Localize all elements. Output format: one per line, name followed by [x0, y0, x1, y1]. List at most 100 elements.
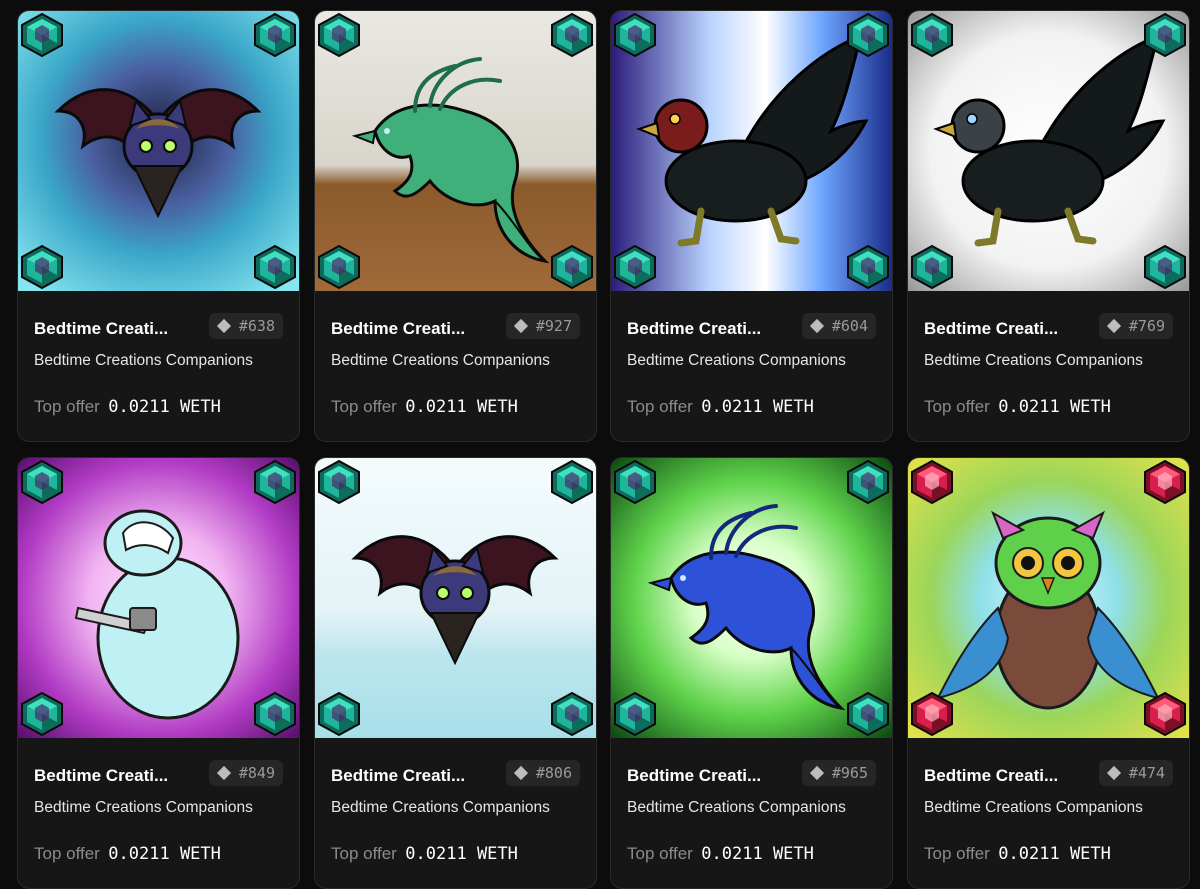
- nft-image[interactable]: [908, 458, 1189, 738]
- top-offer: Top offer 0.0211 WETH: [331, 397, 518, 417]
- top-offer-value: 0.0211 WETH: [701, 844, 814, 864]
- top-offer: Top offer 0.0211 WETH: [34, 397, 221, 417]
- nft-image[interactable]: [315, 11, 596, 291]
- nft-name[interactable]: Bedtime Creati...: [34, 766, 194, 786]
- nft-image[interactable]: [18, 11, 299, 291]
- top-offer-label: Top offer: [924, 844, 990, 863]
- token-id-badge: #806: [505, 760, 580, 786]
- nft-name[interactable]: Bedtime Creati...: [924, 766, 1084, 786]
- gem-icon: [1142, 691, 1188, 737]
- top-offer-value: 0.0211 WETH: [998, 397, 1111, 417]
- collection-name[interactable]: Bedtime Creations Companions: [627, 799, 846, 817]
- nft-card[interactable]: Bedtime Creati... #806 Bedtime Creations…: [314, 457, 597, 889]
- collection-name[interactable]: Bedtime Creations Companions: [924, 799, 1143, 817]
- nft-card[interactable]: Bedtime Creati... #604 Bedtime Creations…: [610, 10, 893, 442]
- card-info: Bedtime Creati... #604 Bedtime Creations…: [611, 291, 892, 441]
- gem-icon: [612, 691, 658, 737]
- nft-name[interactable]: Bedtime Creati...: [331, 319, 491, 339]
- token-id: #806: [535, 764, 572, 782]
- nft-grid: Bedtime Creati... #638 Bedtime Creations…: [0, 0, 1200, 889]
- token-id-badge: #927: [505, 313, 580, 339]
- eth-diamond-icon: [1106, 765, 1121, 781]
- token-id: #849: [238, 764, 275, 782]
- nft-image[interactable]: [18, 458, 299, 738]
- top-offer-label: Top offer: [331, 397, 397, 416]
- card-info: Bedtime Creati... #849 Bedtime Creations…: [18, 738, 299, 888]
- token-id-badge: #769: [1098, 313, 1173, 339]
- gem-icon: [612, 244, 658, 290]
- nft-card[interactable]: Bedtime Creati... #474 Bedtime Creations…: [907, 457, 1190, 889]
- top-offer-label: Top offer: [924, 397, 990, 416]
- card-info: Bedtime Creati... #927 Bedtime Creations…: [315, 291, 596, 441]
- eth-diamond-icon: [513, 318, 528, 334]
- nft-image[interactable]: [611, 458, 892, 738]
- top-offer-label: Top offer: [34, 397, 100, 416]
- gem-icon: [252, 244, 298, 290]
- card-info: Bedtime Creati... #474 Bedtime Creations…: [908, 738, 1189, 888]
- collection-name[interactable]: Bedtime Creations Companions: [627, 352, 846, 370]
- nft-name[interactable]: Bedtime Creati...: [331, 766, 491, 786]
- gem-icon: [845, 244, 891, 290]
- token-id-badge: #638: [208, 313, 283, 339]
- nft-card[interactable]: Bedtime Creati... #965 Bedtime Creations…: [610, 457, 893, 889]
- nft-name[interactable]: Bedtime Creati...: [924, 319, 1084, 339]
- collection-name[interactable]: Bedtime Creations Companions: [924, 352, 1143, 370]
- nft-name[interactable]: Bedtime Creati...: [627, 766, 787, 786]
- nft-name[interactable]: Bedtime Creati...: [627, 319, 787, 339]
- gem-icon: [19, 244, 65, 290]
- top-offer: Top offer 0.0211 WETH: [924, 844, 1111, 864]
- gem-icon: [1142, 459, 1188, 505]
- nft-image[interactable]: [315, 458, 596, 738]
- gem-icon: [252, 459, 298, 505]
- collection-name[interactable]: Bedtime Creations Companions: [331, 799, 550, 817]
- top-offer: Top offer 0.0211 WETH: [34, 844, 221, 864]
- card-info: Bedtime Creati... #965 Bedtime Creations…: [611, 738, 892, 888]
- nft-card[interactable]: Bedtime Creati... #927 Bedtime Creations…: [314, 10, 597, 442]
- gem-icon: [252, 12, 298, 58]
- top-offer-label: Top offer: [331, 844, 397, 863]
- nft-card[interactable]: Bedtime Creati... #638 Bedtime Creations…: [17, 10, 300, 442]
- nft-image[interactable]: [908, 11, 1189, 291]
- gem-icon: [909, 459, 955, 505]
- gem-icon: [549, 459, 595, 505]
- collection-name[interactable]: Bedtime Creations Companions: [34, 352, 253, 370]
- token-id: #604: [831, 317, 868, 335]
- top-offer-value: 0.0211 WETH: [405, 397, 518, 417]
- token-id-badge: #604: [801, 313, 876, 339]
- gem-icon: [1142, 244, 1188, 290]
- top-offer: Top offer 0.0211 WETH: [331, 844, 518, 864]
- token-id: #965: [831, 764, 868, 782]
- nft-image[interactable]: [611, 11, 892, 291]
- gem-icon: [909, 691, 955, 737]
- top-offer-value: 0.0211 WETH: [108, 397, 221, 417]
- gem-icon: [1142, 12, 1188, 58]
- eth-diamond-icon: [809, 765, 824, 781]
- gem-icon: [845, 12, 891, 58]
- gem-icon: [549, 691, 595, 737]
- gem-icon: [612, 459, 658, 505]
- top-offer-label: Top offer: [34, 844, 100, 863]
- gem-icon: [19, 691, 65, 737]
- card-info: Bedtime Creati... #806 Bedtime Creations…: [315, 738, 596, 888]
- nft-name[interactable]: Bedtime Creati...: [34, 319, 194, 339]
- gem-icon: [549, 12, 595, 58]
- top-offer: Top offer 0.0211 WETH: [627, 397, 814, 417]
- gem-icon: [909, 244, 955, 290]
- top-offer-value: 0.0211 WETH: [108, 844, 221, 864]
- gem-icon: [845, 459, 891, 505]
- gem-icon: [316, 12, 362, 58]
- token-id: #638: [238, 317, 275, 335]
- token-id-badge: #849: [208, 760, 283, 786]
- collection-name[interactable]: Bedtime Creations Companions: [331, 352, 550, 370]
- top-offer-value: 0.0211 WETH: [701, 397, 814, 417]
- eth-diamond-icon: [216, 765, 231, 781]
- collection-name[interactable]: Bedtime Creations Companions: [34, 799, 253, 817]
- nft-card[interactable]: Bedtime Creati... #849 Bedtime Creations…: [17, 457, 300, 889]
- top-offer: Top offer 0.0211 WETH: [627, 844, 814, 864]
- token-id: #927: [535, 317, 572, 335]
- nft-card[interactable]: Bedtime Creati... #769 Bedtime Creations…: [907, 10, 1190, 442]
- eth-diamond-icon: [216, 318, 231, 334]
- top-offer: Top offer 0.0211 WETH: [924, 397, 1111, 417]
- top-offer-label: Top offer: [627, 397, 693, 416]
- gem-icon: [316, 691, 362, 737]
